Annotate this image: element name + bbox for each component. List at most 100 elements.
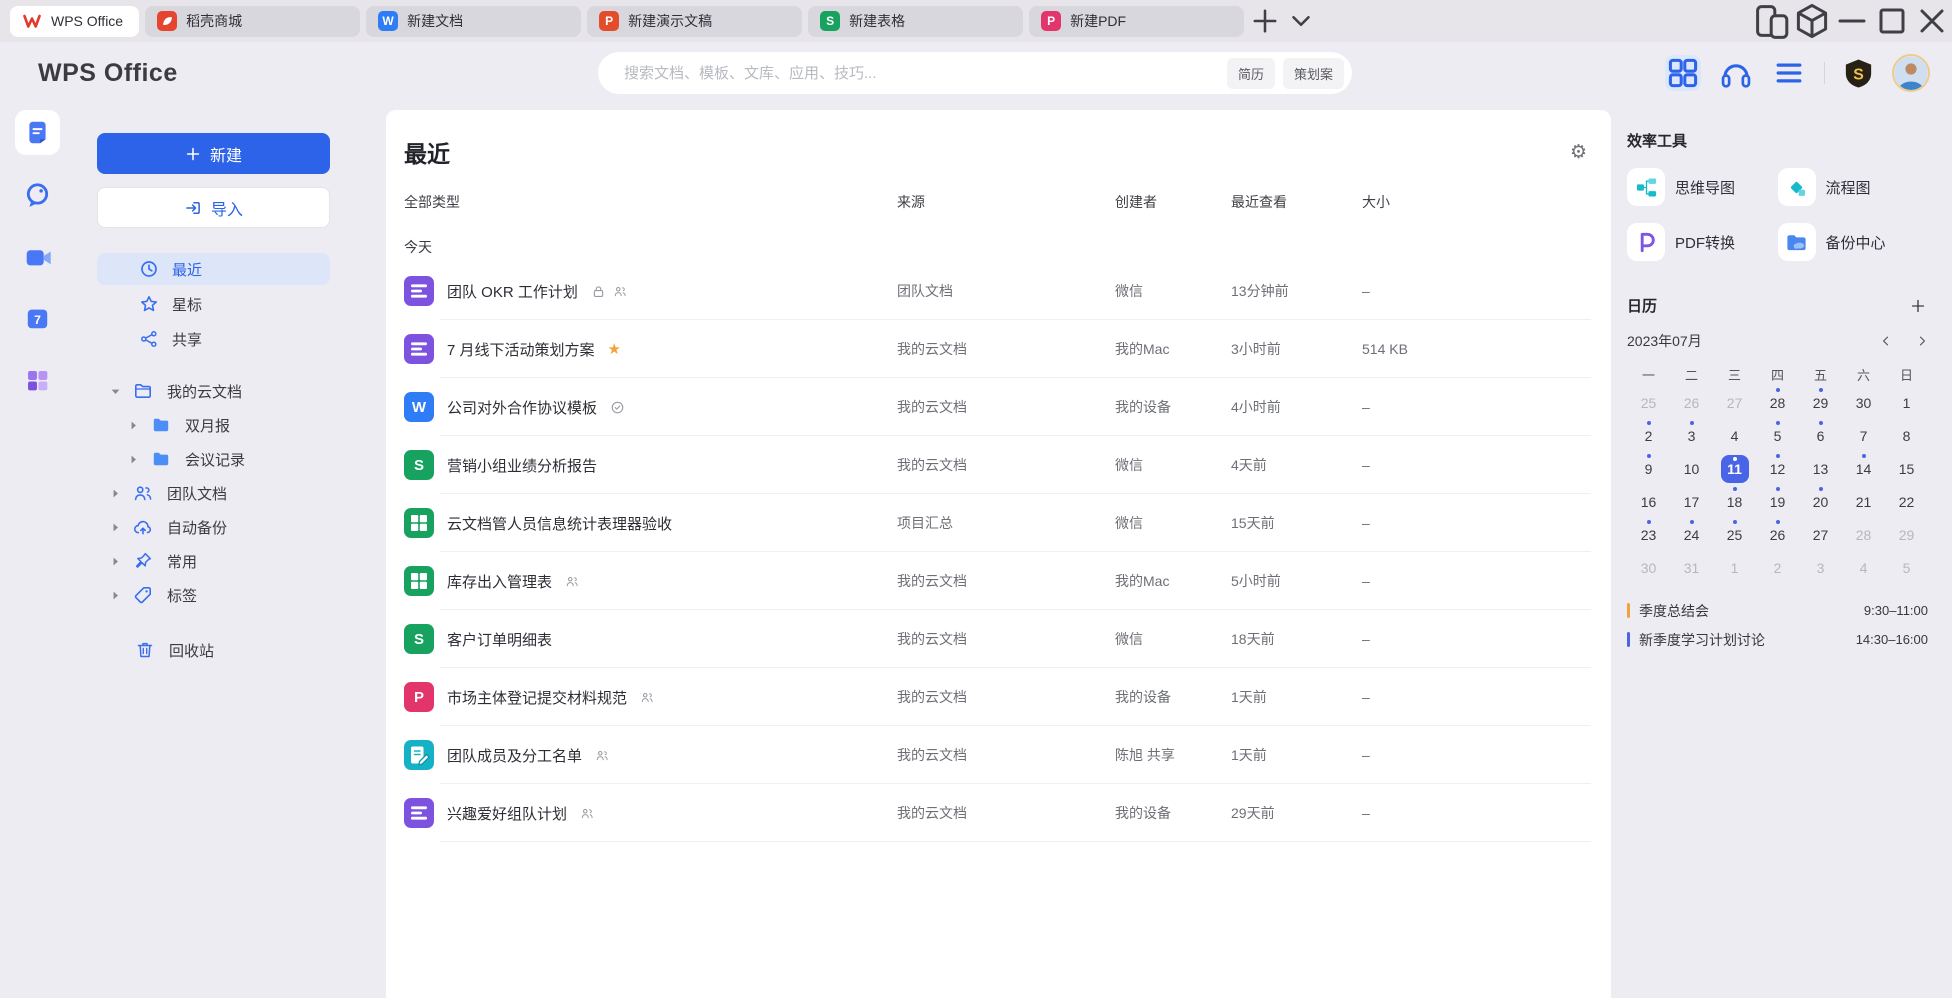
calendar-day[interactable]: 28 bbox=[1842, 518, 1885, 551]
calendar-day[interactable]: 30 bbox=[1842, 386, 1885, 419]
file-row[interactable]: 云文档管人员信息统计表理器验收 项目汇总 微信 15天前 – bbox=[404, 494, 1591, 552]
sidebar-item-clock[interactable]: 最近 bbox=[97, 253, 330, 285]
apps-grid-button[interactable] bbox=[1665, 55, 1701, 91]
filter-dropdown[interactable]: 大小 bbox=[1362, 192, 1395, 212]
tab-writer[interactable]: W 新建文档 bbox=[366, 6, 581, 37]
file-row[interactable]: 兴趣爱好组队计划 我的云文档 我的设备 29天前 – bbox=[404, 784, 1591, 842]
new-document-button[interactable]: 新建 bbox=[97, 133, 330, 174]
workspace-button[interactable] bbox=[1792, 0, 1832, 42]
close-button[interactable] bbox=[1912, 0, 1952, 42]
calendar-day[interactable]: 13 bbox=[1799, 452, 1842, 485]
tab-docer[interactable]: 稻壳商城 bbox=[145, 6, 360, 37]
search-tag[interactable]: 简历 bbox=[1227, 58, 1275, 89]
calendar-day[interactable]: 29 bbox=[1799, 386, 1842, 419]
tool-flowchart[interactable]: 流程图 bbox=[1778, 168, 1929, 206]
calendar-day[interactable]: 5 bbox=[1885, 551, 1928, 584]
caret-down-icon[interactable] bbox=[110, 386, 121, 397]
caret-right-icon[interactable] bbox=[110, 522, 121, 533]
calendar-day[interactable]: 19 bbox=[1756, 485, 1799, 518]
filter-dropdown[interactable]: 来源 bbox=[897, 192, 930, 212]
next-month-button[interactable] bbox=[1916, 335, 1928, 347]
calendar-event[interactable]: 季度总结会 9:30–11:00 bbox=[1627, 596, 1928, 625]
file-row[interactable]: S 客户订单明细表 我的云文档 微信 18天前 – bbox=[404, 610, 1591, 668]
prev-month-button[interactable] bbox=[1880, 335, 1892, 347]
calendar-day[interactable]: 2 bbox=[1627, 419, 1670, 452]
calendar-day[interactable]: 27 bbox=[1713, 386, 1756, 419]
calendar-day[interactable]: 7 bbox=[1842, 419, 1885, 452]
mobile-sync-button[interactable] bbox=[1752, 0, 1792, 42]
calendar-day[interactable]: 10 bbox=[1670, 452, 1713, 485]
calendar-day[interactable]: 17 bbox=[1670, 485, 1713, 518]
calendar-day[interactable]: 29 bbox=[1885, 518, 1928, 551]
tree-item-团队文档[interactable]: 团队文档 bbox=[97, 476, 330, 510]
sidebar-item-trash[interactable]: 回收站 bbox=[97, 633, 330, 667]
settings-gear-icon[interactable]: ⚙ bbox=[1570, 143, 1587, 162]
file-row[interactable]: W 公司对外合作协议模板 我的云文档 我的设备 4小时前 – bbox=[404, 378, 1591, 436]
tree-item-自动备份[interactable]: 自动备份 bbox=[97, 510, 330, 544]
calendar-day[interactable]: 24 bbox=[1670, 518, 1713, 551]
caret-right-icon[interactable] bbox=[110, 488, 121, 499]
tree-item-双月报[interactable]: 双月报 bbox=[97, 408, 330, 442]
search-tag[interactable]: 策划案 bbox=[1283, 58, 1344, 89]
file-row[interactable]: 库存出入管理表 我的云文档 我的Mac 5小时前 – bbox=[404, 552, 1591, 610]
calendar-event[interactable]: 新季度学习计划讨论 14:30–16:00 bbox=[1627, 625, 1928, 654]
maximize-button[interactable] bbox=[1872, 0, 1912, 42]
calendar-day[interactable]: 30 bbox=[1627, 551, 1670, 584]
calendar-day[interactable]: 25 bbox=[1627, 386, 1670, 419]
new-tab-button[interactable] bbox=[1250, 6, 1280, 36]
calendar-day[interactable]: 3 bbox=[1799, 551, 1842, 584]
rail-item-documents[interactable] bbox=[15, 110, 60, 155]
calendar-day[interactable]: 21 bbox=[1842, 485, 1885, 518]
tree-item-常用[interactable]: 常用 bbox=[97, 544, 330, 578]
minimize-button[interactable] bbox=[1832, 0, 1872, 42]
import-button[interactable]: 导入 bbox=[97, 187, 330, 228]
calendar-day[interactable]: 1 bbox=[1885, 386, 1928, 419]
calendar-day[interactable]: 23 bbox=[1627, 518, 1670, 551]
caret-right-icon[interactable] bbox=[128, 420, 139, 431]
calendar-day[interactable]: 4 bbox=[1713, 419, 1756, 452]
calendar-day[interactable]: 18 bbox=[1713, 485, 1756, 518]
calendar-day[interactable]: 22 bbox=[1885, 485, 1928, 518]
tree-item-我的云文档[interactable]: 我的云文档 bbox=[97, 374, 330, 408]
rail-item-meeting[interactable] bbox=[15, 234, 60, 279]
calendar-day[interactable]: 14 bbox=[1842, 452, 1885, 485]
calendar-day[interactable]: 6 bbox=[1799, 419, 1842, 452]
caret-right-icon[interactable] bbox=[110, 590, 121, 601]
calendar-day[interactable]: 3 bbox=[1670, 419, 1713, 452]
filter-dropdown[interactable]: 最近查看 bbox=[1231, 192, 1292, 212]
rail-item-chat[interactable] bbox=[15, 172, 60, 217]
tool-mindmap[interactable]: 思维导图 bbox=[1627, 168, 1778, 206]
calendar-day[interactable]: 5 bbox=[1756, 419, 1799, 452]
tree-item-会议记录[interactable]: 会议记录 bbox=[97, 442, 330, 476]
caret-right-icon[interactable] bbox=[110, 556, 121, 567]
file-row[interactable]: P 市场主体登记提交材料规范 我的云文档 我的设备 1天前 – bbox=[404, 668, 1591, 726]
calendar-day[interactable]: 26 bbox=[1756, 518, 1799, 551]
calendar-day-selected[interactable]: 11 bbox=[1713, 452, 1756, 485]
calendar-day[interactable]: 4 bbox=[1842, 551, 1885, 584]
tree-item-标签[interactable]: 标签 bbox=[97, 578, 330, 612]
user-avatar[interactable] bbox=[1892, 54, 1930, 92]
file-row[interactable]: 团队成员及分工名单 我的云文档 陈旭 共享 1天前 – bbox=[404, 726, 1591, 784]
sidebar-item-star[interactable]: 星标 bbox=[97, 288, 330, 320]
calendar-day[interactable]: 28 bbox=[1756, 386, 1799, 419]
calendar-day[interactable]: 12 bbox=[1756, 452, 1799, 485]
calendar-day[interactable]: 27 bbox=[1799, 518, 1842, 551]
calendar-day[interactable]: 9 bbox=[1627, 452, 1670, 485]
file-row[interactable]: S 营销小组业绩分析报告 我的云文档 微信 4天前 – bbox=[404, 436, 1591, 494]
calendar-day[interactable]: 15 bbox=[1885, 452, 1928, 485]
filter-dropdown[interactable]: 全部类型 bbox=[404, 192, 465, 212]
filter-dropdown[interactable]: 创建者 bbox=[1115, 192, 1162, 212]
tab-slides[interactable]: P 新建演示文稿 bbox=[587, 6, 802, 37]
calendar-day[interactable]: 1 bbox=[1713, 551, 1756, 584]
calendar-day[interactable]: 26 bbox=[1670, 386, 1713, 419]
main-menu-button[interactable] bbox=[1771, 55, 1807, 91]
caret-right-icon[interactable] bbox=[128, 454, 139, 465]
tab-sheet[interactable]: S 新建表格 bbox=[808, 6, 1023, 37]
calendar-day[interactable]: 25 bbox=[1713, 518, 1756, 551]
tool-backup[interactable]: 备份中心 bbox=[1778, 223, 1929, 261]
calendar-day[interactable]: 20 bbox=[1799, 485, 1842, 518]
tab-wps[interactable]: WPS Office bbox=[10, 6, 139, 37]
calendar-day[interactable]: 31 bbox=[1670, 551, 1713, 584]
search-input[interactable] bbox=[624, 65, 1227, 82]
membership-badge-icon[interactable]: S bbox=[1842, 57, 1875, 90]
